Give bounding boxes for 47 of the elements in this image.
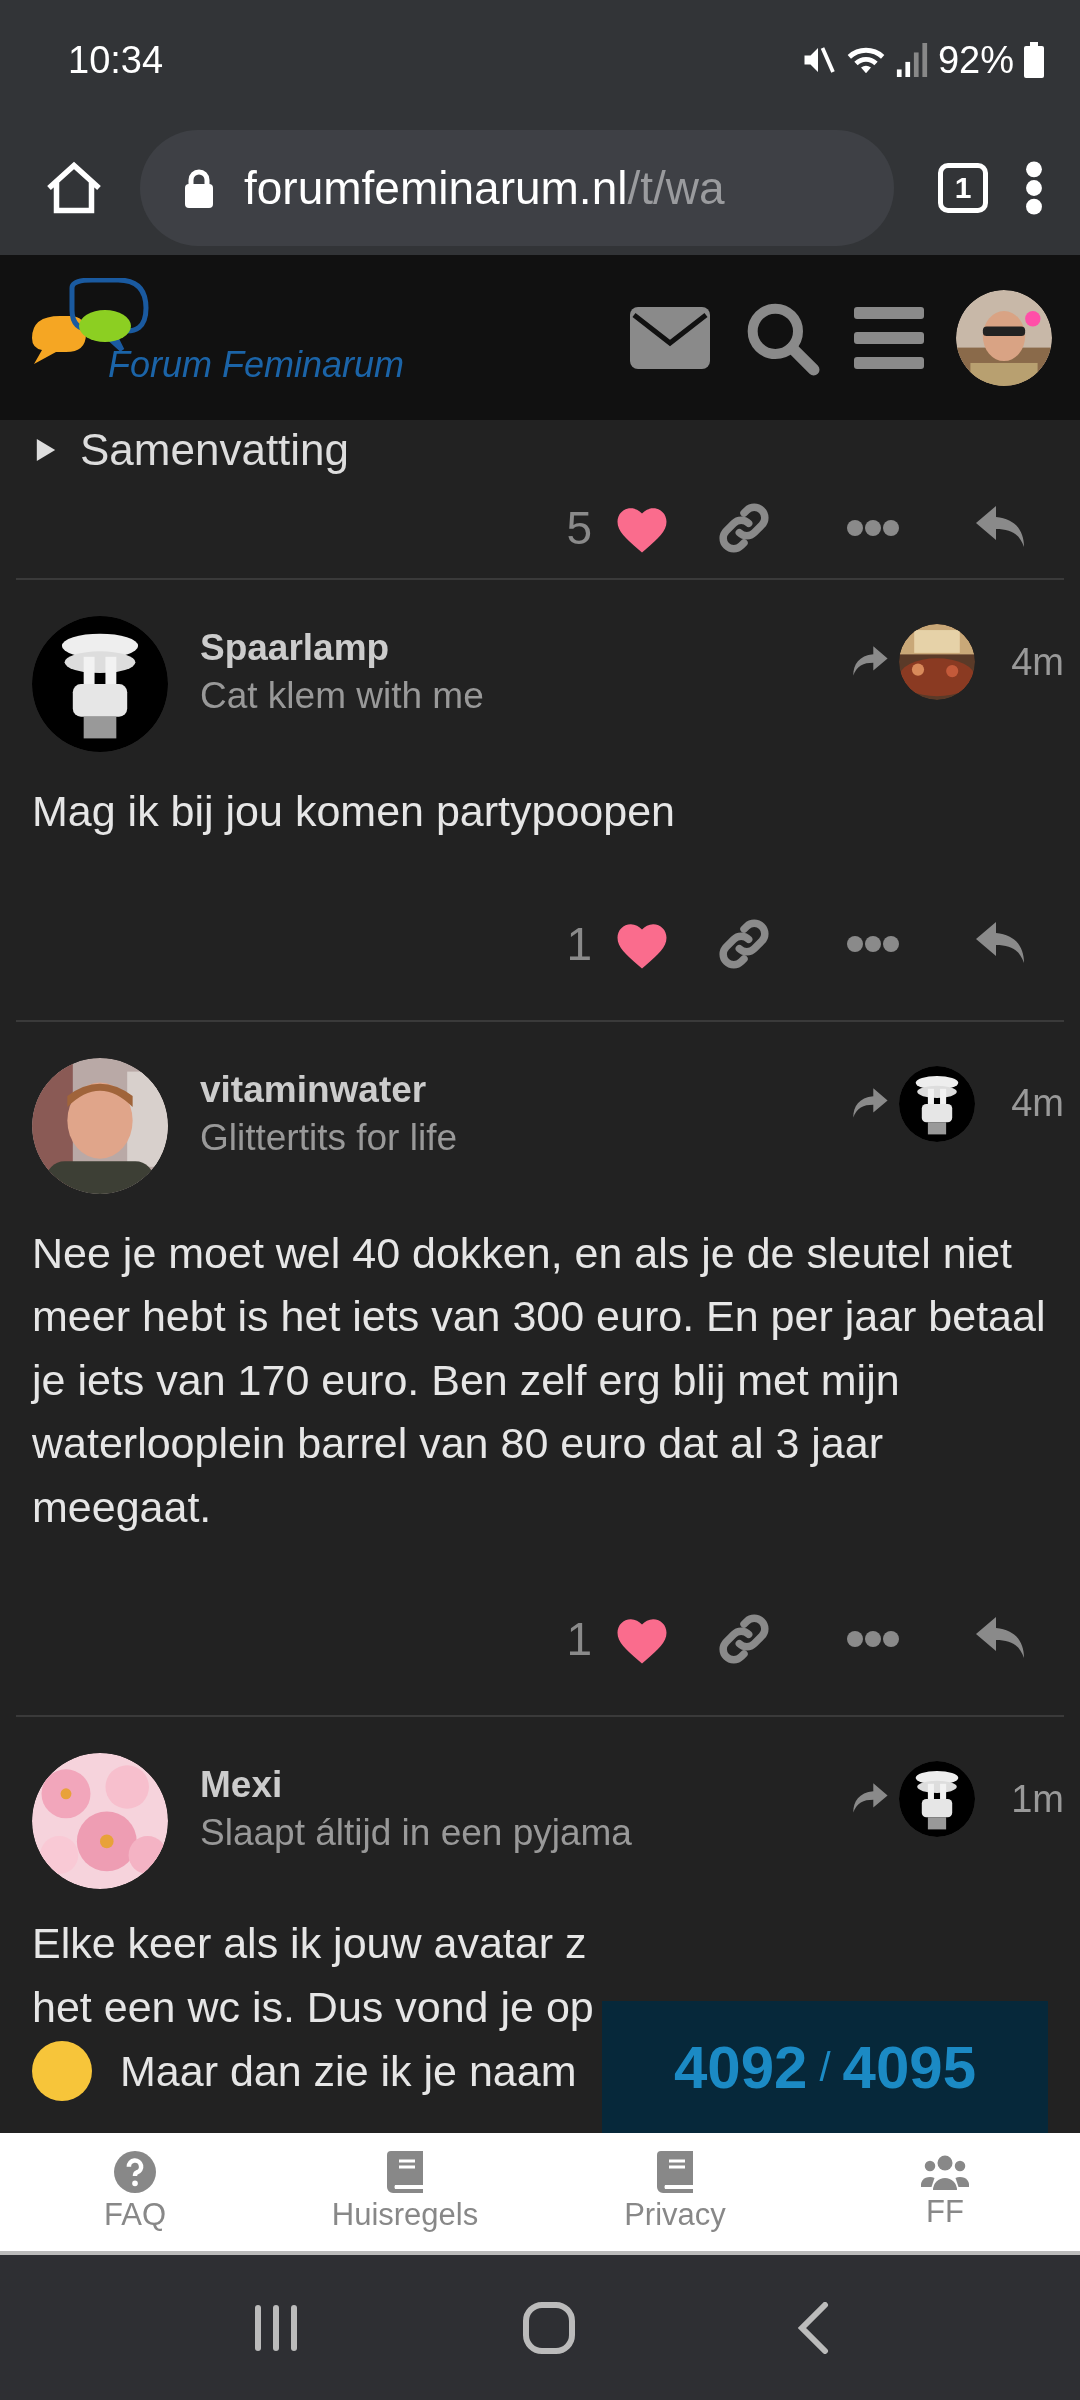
home-button-icon[interactable] [522,2300,576,2355]
more-icon[interactable] [846,519,900,537]
like-count: 1 [566,916,592,971]
status-time: 10:34 [68,38,164,82]
username[interactable]: Spaarlamp [200,624,818,672]
user-title: Cat klem with me [200,674,485,718]
book-icon [657,2151,693,2193]
post-text: Maar dan zie ik je naam [120,2046,577,2097]
battery-icon [1024,42,1044,78]
like-count: 1 [566,1612,592,1666]
post-text: het een wc is. Dus vond je op [32,1982,594,2033]
tab-switcher-button[interactable]: 1 [938,162,988,213]
lock-icon [182,167,216,208]
footer-link[interactable]: Privacy [540,2133,810,2251]
link-icon[interactable] [716,1611,772,1667]
post-time[interactable]: 4m [1011,640,1064,684]
footer-link[interactable]: FF [810,2133,1080,2251]
more-icon[interactable] [846,934,900,953]
username[interactable]: Mexi [200,1761,818,1809]
post-text: Mag ik bij jou komen partypoopen [31,786,676,837]
footer-link[interactable]: FAQ [0,2133,270,2251]
menu-icon[interactable] [1024,159,1044,216]
question-icon [114,2151,156,2193]
book-icon [387,2151,423,2193]
link-icon[interactable] [716,500,772,556]
emoji-icon [32,2041,92,2101]
section-toggle[interactable]: Samenvatting [80,425,350,475]
user-title: Glittertits for life [200,1115,458,1160]
more-icon[interactable] [846,1630,900,1648]
group-icon [921,2154,969,2190]
username[interactable]: vitaminwater [200,1065,818,1114]
post-text: Nee je moet wel 40 dokken, en als je de sleutel niet meer hebt is het iets van 300 euro. En per jaar betaal je iets van 170 euro. Ben zelf erg blij met mijn waterlooplein barrel van 80 euro dat al 3 jaar meegaat. [30,1227,1047,1533]
post-progress-indicator[interactable]: 4092 / 4095 [602,2001,1048,2133]
like-count: 5 [566,501,592,555]
back-icon[interactable] [797,2301,830,2354]
mail-icon[interactable] [630,306,710,369]
battery-percentage: 92% [937,38,1014,82]
address-bar[interactable]: forumfeminarum.nl/t/wa [140,129,894,246]
post-time[interactable]: 1m [1011,1777,1064,1821]
post-text: Elke keer als ik jouw avatar z [32,1918,587,1969]
menu-icon[interactable] [854,306,924,369]
post-time[interactable]: 4m [1011,1082,1064,1125]
footer-link[interactable]: Huisregels [270,2133,540,2251]
user-title: Slaapt áltijd in een pyjama [200,1811,633,1855]
site-title[interactable]: Forum Feminarum [108,343,405,386]
caret-icon[interactable] [36,439,56,461]
signal-icon [895,43,928,77]
